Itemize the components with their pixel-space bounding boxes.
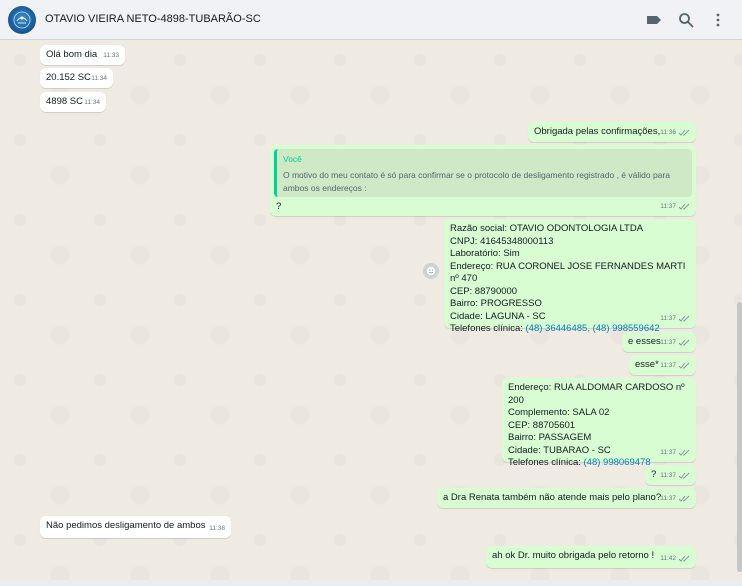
read-ticks-icon (678, 449, 690, 456)
phone-link[interactable]: (48) 998069478 (584, 457, 651, 468)
forward-icon[interactable] (423, 263, 439, 279)
message-line: Bairro: PASSAGEM (508, 432, 592, 443)
message-time: 11:37 (660, 360, 690, 373)
message-line: Endereço: RUA ALDOMAR CARDOSO nº 200 (508, 382, 685, 406)
chat-header: OTAVIO VIEIRA NETO-4898-TUBARÃO-SC (0, 0, 742, 40)
quoted-message[interactable]: Você O motivo do meu contato é só para c… (274, 149, 692, 197)
message-outgoing[interactable]: Razão social: OTAVIO ODONTOLOGIA LTDA CN… (444, 219, 696, 334)
message-text: ah ok Dr. muito obrigada pelo retorno ! (492, 550, 655, 561)
phone-label: Telefones clínica: (450, 323, 526, 334)
message-line: CEP: 88705601 (508, 419, 576, 431)
message-line: Complemento: SALA 02 (508, 407, 610, 418)
label-icon[interactable] (645, 11, 663, 29)
read-ticks-icon (678, 362, 690, 369)
message-outgoing[interactable]: e esses 11:37 (622, 332, 696, 352)
read-ticks-icon (678, 315, 690, 322)
message-time: 11:34 (91, 74, 107, 82)
message-line: Laboratório: Sim (450, 248, 520, 259)
message-text: Não pedimos desligamento de ambos (46, 520, 206, 531)
read-ticks-icon (678, 339, 690, 346)
message-time: 11:36 (660, 127, 690, 140)
message-incoming[interactable]: Olá bom dia 11:33 (40, 45, 125, 65)
message-outgoing[interactable]: esse* 11:37 (629, 355, 696, 375)
message-time: 11:37 (660, 201, 690, 214)
message-time: 11:42 (660, 553, 690, 566)
message-text: e esses (628, 336, 661, 347)
message-text: Obrigada pelas confirmações, (534, 126, 661, 137)
menu-icon[interactable] (709, 11, 727, 29)
read-ticks-icon (678, 495, 690, 502)
message-time: 11:34 (84, 98, 100, 106)
contact-avatar[interactable] (8, 6, 36, 34)
message-time: 11:37 (660, 337, 690, 350)
read-ticks-icon (678, 129, 690, 136)
message-incoming[interactable]: Não pedimos desligamento de ambos 11:38 (40, 516, 231, 538)
message-text: esse* (635, 359, 659, 370)
message-line: Bairro: PROGRESSO (450, 298, 542, 309)
message-line: CNPJ: 41645348000113 (450, 235, 554, 247)
message-text: a Dra Renata também não atende mais pelo… (443, 492, 662, 503)
message-outgoing[interactable]: a Dra Renata também não atende mais pelo… (437, 488, 696, 508)
footer-divider (0, 580, 742, 586)
message-line: Cidade: LAGUNA - SC (450, 310, 546, 322)
quoted-author: Você (283, 154, 302, 164)
message-time: 11:37 (660, 493, 690, 506)
message-outgoing[interactable]: ah ok Dr. muito obrigada pelo retorno ! … (486, 546, 696, 568)
scrollbar[interactable] (736, 40, 742, 586)
message-line: Endereço: RUA CORONEL JOSE FERNANDES MAR… (450, 260, 686, 285)
read-ticks-icon (678, 472, 690, 479)
message-outgoing[interactable]: Obrigada pelas confirmações, 11:36 (528, 122, 696, 142)
quoted-text: O motivo do meu contato é só para confir… (283, 169, 670, 193)
read-ticks-icon (678, 203, 690, 210)
contact-name[interactable]: OTAVIO VIEIRA NETO-4898-TUBARÃO-SC (45, 13, 261, 25)
message-time: 11:33 (103, 51, 119, 59)
message-text: Olá bom dia (46, 49, 98, 60)
message-time: 11:38 (209, 524, 225, 532)
message-outgoing-reply[interactable]: Você O motivo do meu contato é só para c… (270, 145, 696, 216)
message-line: CEP: 88790000 (450, 285, 518, 297)
message-line: Razão social: OTAVIO ODONTOLOGIA LTDA (450, 223, 644, 234)
phone-label: Telefones clínica: (508, 457, 584, 468)
message-incoming[interactable]: 4898 SC 11:34 (40, 92, 106, 112)
message-outgoing[interactable]: Endereço: RUA ALDOMAR CARDOSO nº 200 Com… (502, 378, 696, 468)
avatar-logo-icon (13, 11, 31, 29)
read-ticks-icon (678, 555, 690, 562)
message-text: 20.152 SC (46, 72, 91, 83)
message-time: 11:37 (660, 470, 690, 483)
message-outgoing[interactable]: ? 11:37 (645, 465, 696, 485)
message-incoming[interactable]: 20.152 SC 11:34 (40, 68, 113, 88)
search-icon[interactable] (677, 11, 695, 29)
message-text: 4898 SC (46, 96, 83, 107)
message-text: ? (276, 201, 282, 212)
message-time: 11:37 (660, 447, 690, 460)
message-text: ? (651, 469, 657, 480)
message-time: 11:37 (660, 313, 690, 326)
